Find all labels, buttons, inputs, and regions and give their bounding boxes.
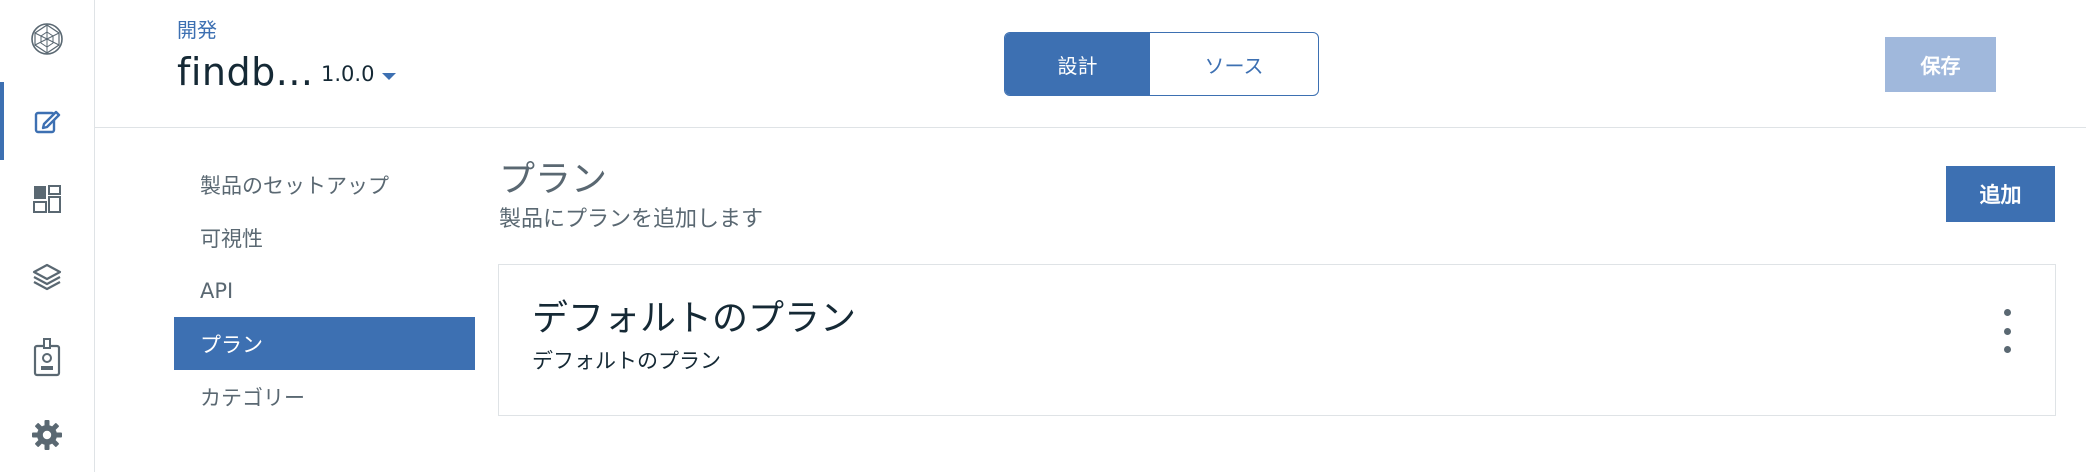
app-logo-button[interactable] <box>0 0 94 78</box>
subnav-item-visibility[interactable]: 可視性 <box>174 211 475 264</box>
add-plan-button[interactable]: 追加 <box>1946 166 2055 222</box>
subnav-item-product-setup[interactable]: 製品のセットアップ <box>174 158 475 211</box>
subnav-item-categories[interactable]: カテゴリー <box>174 370 475 423</box>
plan-card[interactable]: デフォルトのプラン デフォルトのプラン <box>498 264 2056 416</box>
breadcrumb-develop[interactable]: 開発 <box>177 14 217 43</box>
rail-item-develop[interactable] <box>0 82 94 160</box>
tab-source[interactable]: ソース <box>1150 33 1318 95</box>
layers-icon <box>32 263 62 291</box>
section-title: プラン <box>499 159 608 200</box>
dashboard-icon <box>33 185 61 213</box>
product-section-nav: 製品のセットアップ 可視性 API プラン カテゴリー <box>174 158 475 423</box>
id-badge-icon <box>33 338 61 377</box>
rail-item-settings[interactable] <box>0 396 94 474</box>
subnav-item-apis[interactable]: API <box>174 264 475 317</box>
version-dropdown[interactable]: 1.0.0 <box>321 62 397 86</box>
view-toggle: 設計 ソース <box>1004 32 1319 96</box>
rail-item-dashboard[interactable] <box>0 160 94 238</box>
left-nav-rail <box>0 0 95 472</box>
rail-item-layers[interactable] <box>0 238 94 316</box>
section-subtitle: 製品にプランを追加します <box>499 207 764 232</box>
overflow-menu-icon[interactable] <box>1997 309 2017 353</box>
plan-name: デフォルトのプラン <box>532 298 857 339</box>
network-logo-icon <box>31 23 63 55</box>
caret-down-icon <box>382 72 397 80</box>
develop-edit-icon <box>34 110 61 134</box>
product-header: 開発 findb... 1.0.0 設計 ソース 保存 <box>95 0 2086 128</box>
gear-icon <box>32 420 62 450</box>
version-label: 1.0.0 <box>321 62 375 86</box>
save-button[interactable]: 保存 <box>1885 37 1996 92</box>
product-title: findb... <box>177 50 314 94</box>
tab-design[interactable]: 設計 <box>1005 33 1150 95</box>
rail-item-consumers[interactable] <box>0 318 94 396</box>
plan-description: デフォルトのプラン <box>532 349 721 373</box>
subnav-item-plans[interactable]: プラン <box>174 317 475 370</box>
